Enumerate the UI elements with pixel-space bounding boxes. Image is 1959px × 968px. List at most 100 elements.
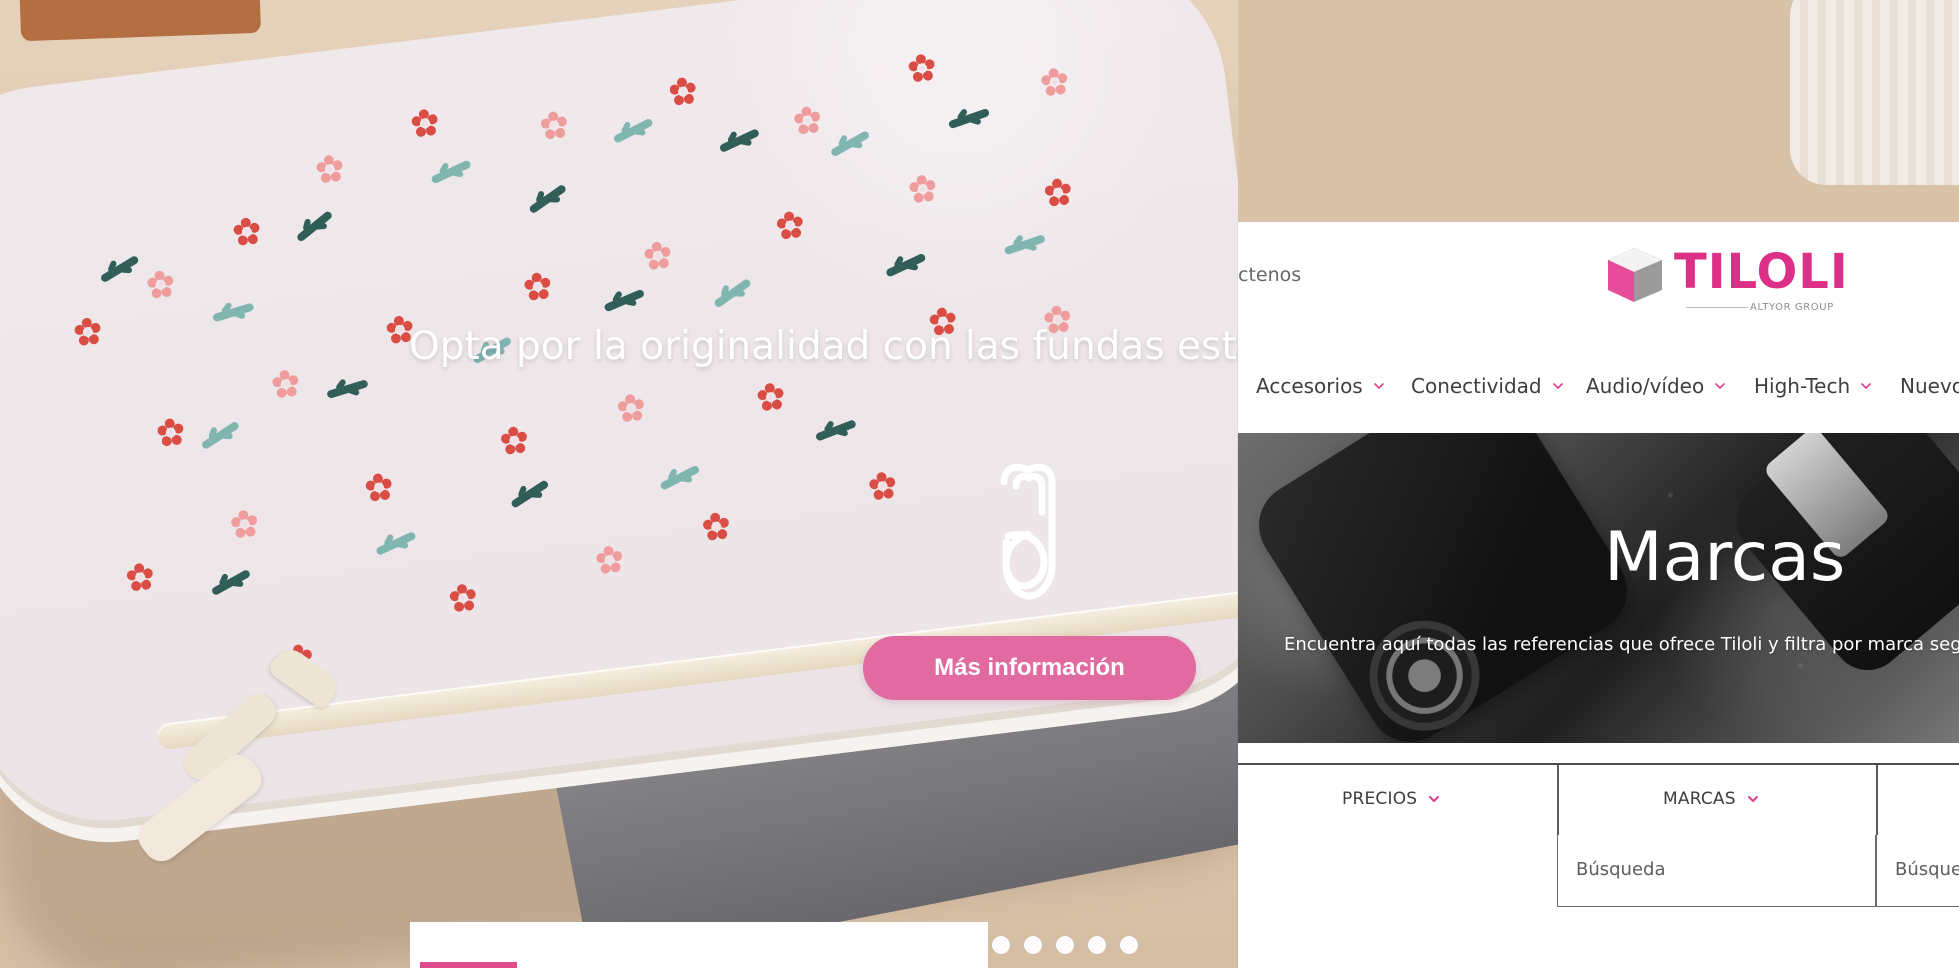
flower-pattern [75,319,102,346]
brand-subtitle: ALTYOR GROUP [1750,302,1834,313]
wooden-object [18,0,262,42]
brands-title: Marcas [1604,518,1846,597]
flower-pattern [670,78,697,105]
nav-item-nuevo[interactable]: Nuevo [1900,374,1959,398]
brand-name: TILOLI [1674,244,1849,300]
leaf-pattern [603,288,646,313]
leaf-pattern [829,130,871,158]
filter-label: PRECIOS [1342,789,1418,809]
composite-screen: Opta por la originalidad con las fundas … [0,0,1959,968]
leaf-pattern [885,252,927,278]
search-input-secondary[interactable]: Búsque [1876,835,1959,907]
phone-image [1243,433,1643,743]
flower-pattern [618,395,645,422]
flower-pattern [412,110,439,137]
nav-item-accesorios[interactable]: Accesorios [1256,374,1385,398]
leaf-pattern [510,479,550,509]
bottom-card [410,922,988,968]
mug-image [1790,0,1959,185]
chevron-down-icon [1429,796,1440,802]
leaf-pattern [212,302,255,323]
tiloli-logo-icon[interactable]: TILOLI ALTYOR GROUP [1604,244,1848,318]
flower-pattern [1041,69,1068,96]
flower-pattern [450,585,477,612]
hero-background: Opta por la originalidad con las fundas … [0,0,1238,968]
more-info-button[interactable]: Más información [863,636,1196,700]
leaf-pattern [659,464,701,491]
nav-label: Accesorios [1256,374,1363,398]
main-navigation: Accesorios Conectividad Audio/vídeo High… [1238,337,1959,433]
site-preview: ctenos TILOLI ALTYOR GROUP Accesorios Co… [1238,222,1959,968]
flower-pattern [909,55,936,82]
chevron-down-icon [1373,383,1384,389]
flower-pattern [233,218,260,245]
chevron-down-icon [1861,383,1871,389]
filter-extra[interactable] [1876,765,1959,837]
camera-lens-icon [1359,610,1490,741]
slider-dot[interactable] [1056,936,1074,954]
flower-pattern [644,243,671,270]
nav-label: Nuevo [1900,374,1959,398]
leaf-pattern [375,530,417,556]
flower-pattern [758,384,785,411]
nav-label: High-Tech [1754,374,1851,398]
flower-pattern [596,547,623,574]
leaf-pattern [528,183,568,215]
slider-dot[interactable] [1120,936,1138,954]
flower-pattern [366,474,393,501]
filter-label: MARCAS [1663,789,1736,809]
flower-pattern [157,419,184,446]
leaf-pattern [295,210,334,243]
leaf-pattern [713,277,753,309]
brands-description: Encuentra aquí todas las referencias que… [1284,634,1959,655]
flower-pattern [794,107,821,134]
flower-pattern [909,176,936,203]
hero-headline: Opta por la originalidad con las fundas … [409,324,1238,369]
filter-prices[interactable]: PRECIOS [1238,765,1559,837]
flower-pattern [869,473,896,500]
chevron-down-icon [1747,796,1758,802]
flower-pattern [316,156,343,183]
slider-dot[interactable] [1024,936,1042,954]
flower-pattern [524,273,551,300]
site-header: ctenos TILOLI ALTYOR GROUP [1238,222,1959,338]
nav-label: Conectividad [1411,374,1542,398]
brands-banner [1238,433,1959,743]
slider-dot[interactable] [1088,936,1106,954]
slider-pagination [992,936,1138,954]
chevron-down-icon [1715,383,1726,389]
leaf-pattern [947,107,991,130]
leaf-pattern [210,568,252,597]
contact-link[interactable]: ctenos [1238,264,1301,286]
leaf-pattern [814,419,857,442]
monogram-logo-icon [1000,463,1056,600]
flower-pattern [272,371,299,398]
brand-divider [1686,307,1748,308]
slider-dot[interactable] [992,936,1010,954]
leaf-pattern [430,159,472,185]
nav-item-conectividad[interactable]: Conectividad [1411,374,1564,398]
chevron-down-icon [1552,383,1563,389]
flower-pattern [231,511,258,538]
leaf-pattern [99,254,140,284]
search-input[interactable]: Búsqueda [1557,835,1876,907]
filter-brands[interactable]: MARCAS [1557,765,1878,837]
nav-item-audio-video[interactable]: Audio/vídeo [1586,374,1726,398]
brand-cube-icon [1608,248,1662,302]
flower-pattern [703,513,730,540]
nav-label: Audio/vídeo [1586,374,1705,398]
filters-bar: PRECIOS MARCAS [1238,763,1959,838]
leaf-pattern [326,379,369,400]
flower-pattern [127,564,154,591]
flower-pattern [777,212,804,239]
leaf-pattern [612,117,654,144]
leaf-pattern [718,128,761,154]
nav-item-high-tech[interactable]: High-Tech [1754,374,1872,398]
bottom-card-accent [420,962,517,968]
leaf-pattern [200,420,241,451]
flower-pattern [147,271,174,298]
flower-pattern [501,427,528,454]
leaf-pattern [1003,234,1046,256]
search-row: Búsqueda Búsque [1238,835,1959,907]
flower-pattern [541,112,568,139]
